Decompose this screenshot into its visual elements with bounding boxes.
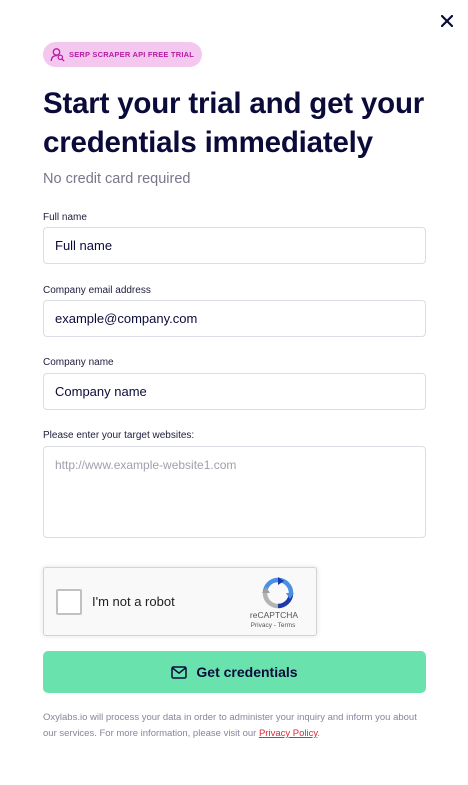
company-name-label: Company name bbox=[43, 357, 114, 368]
recaptcha-checkbox[interactable] bbox=[56, 589, 82, 615]
mail-icon bbox=[171, 665, 188, 679]
trial-signup-modal: SERP SCRAPER API FREE TRIAL Start your t… bbox=[0, 0, 468, 785]
get-credentials-label: Get credentials bbox=[196, 664, 298, 680]
email-input[interactable] bbox=[43, 300, 426, 337]
page-subtitle: No credit card required bbox=[43, 171, 191, 187]
email-label: Company email address bbox=[43, 285, 151, 296]
user-search-icon bbox=[50, 47, 65, 62]
privacy-disclaimer: Oxylabs.io will process your data in ord… bbox=[43, 710, 428, 742]
recaptcha-logo-icon bbox=[262, 577, 294, 609]
disclaimer-period: . bbox=[317, 728, 321, 739]
trial-badge: SERP SCRAPER API FREE TRIAL bbox=[43, 42, 203, 67]
company-name-input[interactable] bbox=[43, 373, 426, 410]
page-title: Start your trial and get your credential… bbox=[43, 87, 425, 159]
recaptcha-brand: reCAPTCHA bbox=[249, 610, 299, 620]
badge-label: SERP SCRAPER API FREE TRIAL bbox=[69, 50, 195, 59]
target-websites-label: Please enter your target websites: bbox=[43, 430, 195, 441]
recaptcha-widget: I'm not a robot reCAPTCHA Privacy - Term… bbox=[43, 567, 317, 636]
privacy-policy-link[interactable]: Privacy Policy bbox=[259, 728, 317, 739]
full-name-label: Full name bbox=[43, 212, 87, 223]
close-button[interactable] bbox=[436, 10, 458, 32]
disclaimer-text: Oxylabs.io will process your data in ord… bbox=[43, 712, 417, 739]
target-websites-textarea[interactable] bbox=[43, 446, 426, 538]
full-name-input[interactable] bbox=[43, 227, 426, 264]
close-icon bbox=[441, 15, 453, 27]
recaptcha-label: I'm not a robot bbox=[92, 594, 175, 609]
recaptcha-privacy-terms[interactable]: Privacy - Terms bbox=[241, 622, 305, 629]
get-credentials-button[interactable]: Get credentials bbox=[43, 651, 426, 693]
